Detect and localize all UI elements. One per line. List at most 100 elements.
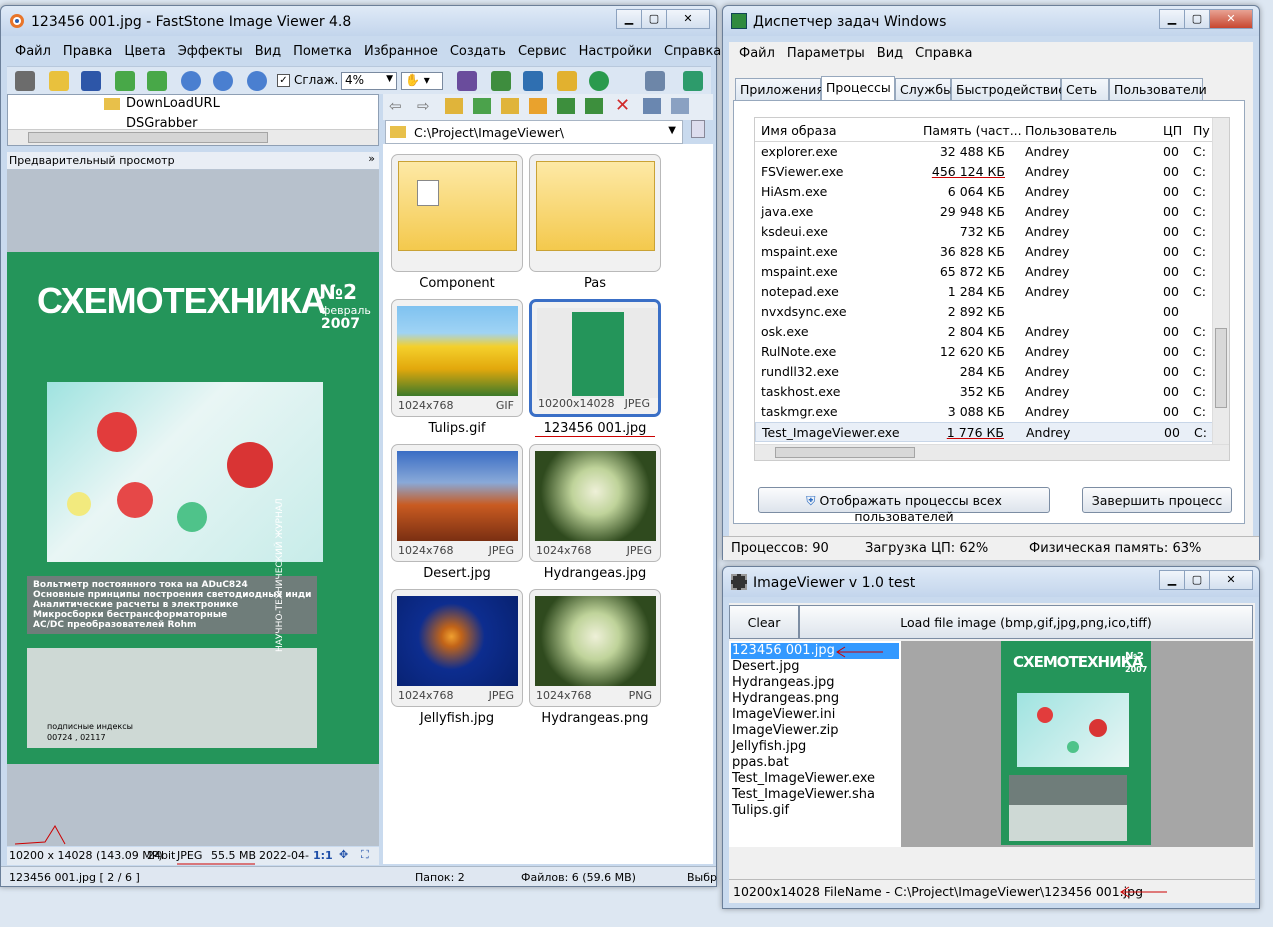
fs-menu-item[interactable]: Избранное (358, 44, 444, 59)
list-item[interactable]: Hydrangeas.png (731, 691, 840, 707)
list-item[interactable]: ImageViewer.zip (731, 723, 840, 739)
load-file-button[interactable]: Load file image (bmp,gif,jpg,png,ico,tif… (799, 605, 1253, 639)
chevron-down-icon[interactable]: ▼ (668, 125, 676, 136)
list-item[interactable]: Test_ImageViewer.sha (731, 787, 876, 803)
move-icon[interactable] (585, 98, 603, 114)
fit-icon[interactable]: ✥ (339, 848, 348, 861)
zoom-select[interactable]: 4% ▼ (341, 72, 397, 90)
tm-menu-item[interactable]: Справка (909, 46, 978, 61)
image-thumbnail[interactable]: 1024x768 JPEG (529, 444, 661, 562)
folder-thumbnail[interactable] (529, 154, 661, 272)
table-row[interactable]: nvxdsync.exe 2 892 КБ 00 (755, 302, 1225, 322)
back-icon[interactable]: ⇦ (389, 97, 402, 115)
folder-tree[interactable]: DownLoadURL DSGrabber (7, 94, 379, 146)
convert-icon[interactable] (557, 71, 577, 91)
up-folder-icon[interactable] (445, 98, 463, 114)
favorite-icon[interactable] (501, 98, 519, 114)
folder-thumbnail[interactable] (391, 154, 523, 272)
table-row[interactable]: osk.exe 2 804 КБ Andrey 00 C: (755, 322, 1225, 342)
thumb-caption[interactable]: Desert.jpg (391, 566, 523, 581)
camera-icon[interactable] (15, 71, 35, 91)
tree-item[interactable]: DownLoadURL (126, 96, 220, 111)
image-thumbnail[interactable]: 1024x768 PNG (529, 589, 661, 707)
tab-3[interactable]: Быстродействие (951, 78, 1066, 100)
table-row[interactable]: rundll32.exe 284 КБ Andrey 00 C: (755, 362, 1225, 382)
filmstrip-icon[interactable] (457, 71, 477, 91)
grid-view-icon[interactable] (643, 98, 661, 114)
list-item[interactable]: Desert.jpg (731, 659, 800, 675)
table-row[interactable]: mspaint.exe 36 828 КБ Andrey 00 C: (755, 242, 1225, 262)
clear-button[interactable]: Clear (729, 605, 799, 639)
fs-menu-item[interactable]: Пометка (287, 44, 358, 59)
minimize-button[interactable]: ▁ (616, 9, 642, 29)
open-icon[interactable] (49, 71, 69, 91)
column-header[interactable]: Память (част... (923, 123, 1022, 138)
fullscreen-icon[interactable] (683, 71, 703, 91)
smooth-checkbox[interactable]: ✓ (277, 74, 290, 87)
process-table[interactable]: Имя образа Память (част... Пользователь ЦП П… (754, 117, 1230, 461)
table-row[interactable]: taskhost.exe 352 КБ Andrey 00 C: (755, 382, 1225, 402)
close-button[interactable]: ✕ (666, 9, 710, 29)
fs-menu-item[interactable]: Цвета (118, 44, 171, 59)
image-thumbnail[interactable]: 1024x768 JPEG (391, 444, 523, 562)
prev-icon[interactable] (115, 71, 135, 91)
tab-4[interactable]: Сеть (1061, 78, 1109, 100)
close-button[interactable]: ✕ (1209, 570, 1253, 590)
save-icon[interactable] (81, 71, 101, 91)
table-row[interactable]: notepad.exe 1 284 КБ Andrey 00 C: (755, 282, 1225, 302)
tab-1[interactable]: Процессы (821, 76, 895, 100)
maximize-button[interactable]: ▢ (641, 9, 667, 29)
collapse-icon[interactable]: » (368, 152, 375, 165)
fs-menu-item[interactable]: Сервис (512, 44, 573, 59)
next-icon[interactable] (147, 71, 167, 91)
table-row[interactable]: taskmgr.exe 3 088 КБ Andrey 00 C: (755, 402, 1225, 422)
tm-menu-item[interactable]: Файл (733, 46, 781, 61)
path-combo[interactable]: C:\Project\ImageViewer\ ▼ (385, 120, 683, 144)
tm-menu-item[interactable]: Вид (871, 46, 909, 61)
column-header[interactable]: Пользователь (1025, 123, 1117, 138)
column-header[interactable]: ЦП (1163, 123, 1182, 138)
table-row[interactable]: HiAsm.exe 6 064 КБ Andrey 00 C: (755, 182, 1225, 202)
fs-menu-item[interactable]: Файл (9, 44, 57, 59)
fs-menu-item[interactable]: Справка (658, 44, 727, 59)
tm-menu-item[interactable]: Параметры (781, 46, 871, 61)
thumb-caption[interactable]: Hydrangeas.png (529, 711, 661, 726)
image-thumbnail[interactable]: 1024x768 JPEG (391, 589, 523, 707)
list-item[interactable]: Jellyfish.jpg (731, 739, 807, 755)
iv-titlebar[interactable]: ImageViewer v 1.0 test ▁ ▢ ✕ (723, 567, 1259, 597)
zoom-out-icon[interactable] (213, 71, 233, 91)
thumb-caption[interactable]: Tulips.gif (391, 421, 523, 436)
fs-menu-item[interactable]: Создать (444, 44, 512, 59)
table-row[interactable]: mspaint.exe 65 872 КБ Andrey 00 C: (755, 262, 1225, 282)
fs-menu-item[interactable]: Настройки (573, 44, 658, 59)
table-row[interactable]: FSViewer.exe 456 124 КБ Andrey 00 C: (755, 162, 1225, 182)
image-thumbnail[interactable]: 10200x14028 JPEG (529, 299, 661, 417)
minimize-button[interactable]: ▁ (1159, 570, 1185, 590)
tree-item[interactable]: DSGrabber (126, 116, 198, 128)
fs-menu-item[interactable]: Вид (249, 44, 287, 59)
maximize-button[interactable]: ▢ (1184, 9, 1210, 29)
thumb-caption[interactable]: 123456 001.jpg (535, 421, 655, 437)
maximize-button[interactable]: ▢ (1184, 570, 1210, 590)
list-item[interactable]: Tulips.gif (731, 803, 790, 819)
table-row[interactable]: explorer.exe 32 488 КБ Andrey 00 C: (755, 142, 1225, 162)
thumb-caption[interactable]: Jellyfish.jpg (391, 711, 523, 726)
crop-icon[interactable] (523, 71, 543, 91)
end-process-button[interactable]: Завершить процесс (1082, 487, 1232, 513)
copy-icon[interactable] (557, 98, 575, 114)
scroll-thumb[interactable] (28, 132, 268, 143)
list-item[interactable]: Hydrangeas.jpg (731, 675, 836, 691)
hand-tool-button[interactable]: ✋ ▾ (401, 72, 443, 90)
thumb-caption[interactable]: Pas (529, 276, 661, 291)
actual-size-icon[interactable] (247, 71, 267, 91)
table-row[interactable]: Test_ImageViewer.exe 1 776 КБ Andrey 00 C: (755, 422, 1225, 442)
image-thumbnail[interactable]: 1024x768 GIF (391, 299, 523, 417)
thumb-caption[interactable]: Component (391, 276, 523, 291)
table-row[interactable]: ksdeui.exe 732 КБ Andrey 00 C: (755, 222, 1225, 242)
new-folder-icon[interactable] (529, 98, 547, 114)
list-item[interactable]: Test_ImageViewer.exe (731, 771, 876, 787)
info-ratio[interactable]: 1:1 (313, 849, 333, 862)
fs-menu-item[interactable]: Правка (57, 44, 118, 59)
close-button[interactable]: ✕ (1209, 9, 1253, 29)
scroll-thumb[interactable] (775, 447, 915, 458)
